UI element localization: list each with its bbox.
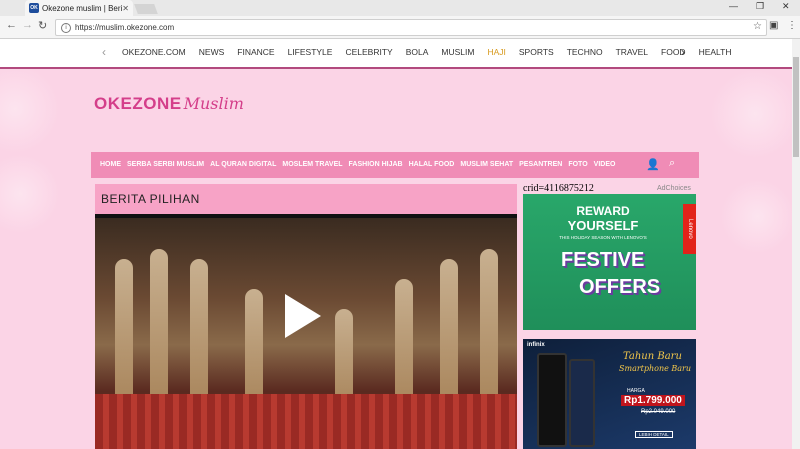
category-item-muslim[interactable]: MUSLIM [441,47,474,57]
site-favicon-icon: OK [29,3,39,13]
logo-part-okezone: OKEZONE [94,94,182,113]
tab-title: Okezone muslim | Berita [42,3,123,13]
category-nav: ‹ OKEZONE.COM NEWS FINANCE LIFESTYLE CELEBRI… [0,39,792,69]
main-nav-item-home[interactable]: HOME [100,161,121,168]
ad-brand-lenovo: Lenovo [683,204,696,254]
category-item-finance[interactable]: FINANCE [237,47,274,57]
main-nav-item-moslem-travel[interactable]: MOSLEM TRAVEL [282,161,342,168]
ad2-old-price: Rp2.049.000 [641,409,676,415]
logo-part-muslim: Muslim [183,94,244,113]
decorative-ornament [720,179,792,254]
section-header: BERITA PILIHAN [95,184,517,214]
category-item-celebrity[interactable]: CELEBRITY [345,47,392,57]
ad-crid-text: crid=4116875212 [523,183,594,194]
category-item-health[interactable]: HEALTH [699,47,732,57]
ad2-brand: infinix [527,342,545,348]
main-nav-item-halal-food[interactable]: HALAL FOOD [409,161,455,168]
forward-icon[interactable]: → [22,19,33,31]
ad2-cta-button[interactable]: LEBIH DETAIL [635,431,673,438]
ad2-price: Rp1.799.000 [621,395,685,406]
nav-prev-arrow-icon[interactable]: ‹ [102,45,106,59]
adchoices-link[interactable]: AdChoices [657,185,691,192]
main-nav-item-fashion-hijab[interactable]: FASHION HIJAB [349,161,403,168]
category-list: OKEZONE.COM NEWS FINANCE LIFESTYLE CELEBRITY… [122,47,744,57]
category-item-bola[interactable]: BOLA [406,47,429,57]
ad-lenovo-banner[interactable]: REWARD YOURSELF THIS HOLIDAY SEASON WITH… [523,194,696,330]
main-nav: HOME SERBA SERBI MUSLIM AL QURAN DIGITAL MO… [91,152,699,178]
page-body: OKEZONE Muslim HOME SERBA SERBI MUSLIM AL … [0,69,792,449]
url-input[interactable]: i https://muslim.okezone.com ☆ [55,19,767,36]
featured-video[interactable] [95,214,517,449]
info-icon[interactable]: i [61,22,71,33]
ad-line2: YOURSELF [567,218,639,233]
reload-icon[interactable]: ↻ [38,19,47,32]
decorative-ornament [710,69,792,159]
search-icon[interactable]: ⌕ [669,157,675,170]
section-title: BERITA PILIHAN [101,192,200,206]
phone-image [537,353,567,447]
category-item-sports[interactable]: SPORTS [519,47,554,57]
category-item-news[interactable]: NEWS [199,47,225,57]
ad-festive: FESTIVE [561,249,645,271]
ad2-price-label: HARGA [627,388,645,394]
site-logo[interactable]: OKEZONE Muslim [94,94,244,114]
main-nav-item-muslim-sehat[interactable]: MUSLIM SEHAT [460,161,513,168]
bookmark-star-icon[interactable]: ☆ [753,21,762,32]
address-bar: ← → ↻ i https://muslim.okezone.com ☆ ▣ ⋮ [0,16,800,39]
ad2-headline: Tahun Baru [623,351,682,362]
maximize-icon[interactable]: ❐ [756,1,764,12]
ad-infinix-banner[interactable]: infinix Tahun Baru Smartphone Baru HARGA… [523,339,696,449]
ad2-subline: Smartphone Baru [619,364,692,373]
phone-image [569,359,595,447]
close-window-icon[interactable]: ✕ [782,1,790,12]
ad-offers: OFFERS [579,276,661,298]
ad-line1: REWARD [576,204,630,218]
category-item-haji[interactable]: HAJI [487,47,505,57]
main-nav-item-foto[interactable]: FOTO [568,161,587,168]
page-scrollbar[interactable] [792,39,800,449]
category-item-travel[interactable]: TRAVEL [616,47,648,57]
url-text: https://muslim.okezone.com [75,23,175,32]
category-item-okezone-com[interactable]: OKEZONE.COM [122,47,186,57]
main-nav-list: HOME SERBA SERBI MUSLIM AL QURAN DIGITAL MO… [100,161,621,168]
main-nav-item-video[interactable]: VIDEO [594,161,616,168]
decorative-ornament [0,69,60,154]
main-nav-item-pesantren[interactable]: PESANTREN [519,161,562,168]
browser-tabstrip: OK Okezone muslim | Berita ✕ — ❐ ✕ [0,0,800,16]
user-icon[interactable]: 👤 [646,158,660,171]
minimize-icon[interactable]: — [729,1,738,11]
new-tab-button[interactable] [134,4,158,14]
main-nav-item-serba-serbi-muslim[interactable]: SERBA SERBI MUSLIM [127,161,204,168]
category-item-lifestyle[interactable]: LIFESTYLE [288,47,333,57]
main-nav-item-al-quran-digital[interactable]: AL QURAN DIGITAL [210,161,276,168]
ad-line3: THIS HOLIDAY SEASON WITH LENOVO'S [559,235,647,240]
play-icon[interactable] [285,294,321,338]
back-icon[interactable]: ← [6,19,17,31]
nav-next-arrow-icon[interactable]: › [681,45,685,59]
scrollbar-thumb[interactable] [793,57,799,157]
decorative-ornament [0,154,60,234]
category-item-techno[interactable]: TECHNO [567,47,603,57]
browser-tab[interactable]: OK Okezone muslim | Berita ✕ [25,0,133,16]
menu-dots-icon[interactable]: ⋮ [787,20,797,31]
extension-icon[interactable]: ▣ [769,20,778,31]
close-tab-icon[interactable]: ✕ [122,4,129,13]
